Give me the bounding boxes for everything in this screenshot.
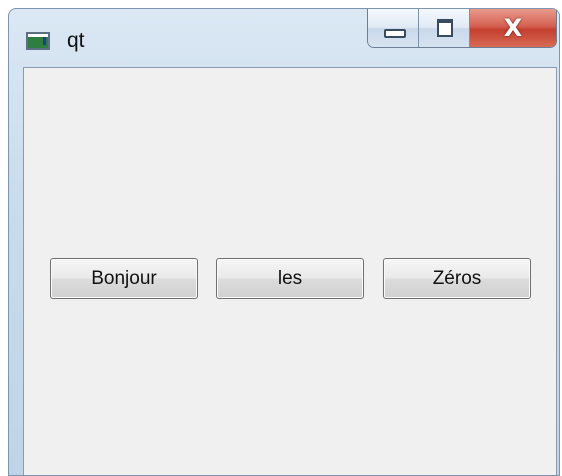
client-area: Bonjour les Zéros: [23, 67, 557, 475]
close-icon: X: [503, 14, 523, 42]
window-title: qt: [67, 29, 85, 52]
bonjour-button[interactable]: Bonjour: [50, 258, 198, 299]
zeros-button[interactable]: Zéros: [383, 258, 531, 299]
minimize-button[interactable]: [368, 9, 419, 47]
les-button[interactable]: les: [216, 258, 364, 299]
close-button[interactable]: X: [470, 9, 556, 47]
maximize-button[interactable]: [419, 9, 470, 47]
app-window: qt X Bonjour les Zéros: [8, 8, 560, 476]
app-icon[interactable]: [26, 32, 50, 50]
title-bar[interactable]: qt X: [9, 9, 559, 67]
caption-buttons: X: [367, 9, 557, 48]
